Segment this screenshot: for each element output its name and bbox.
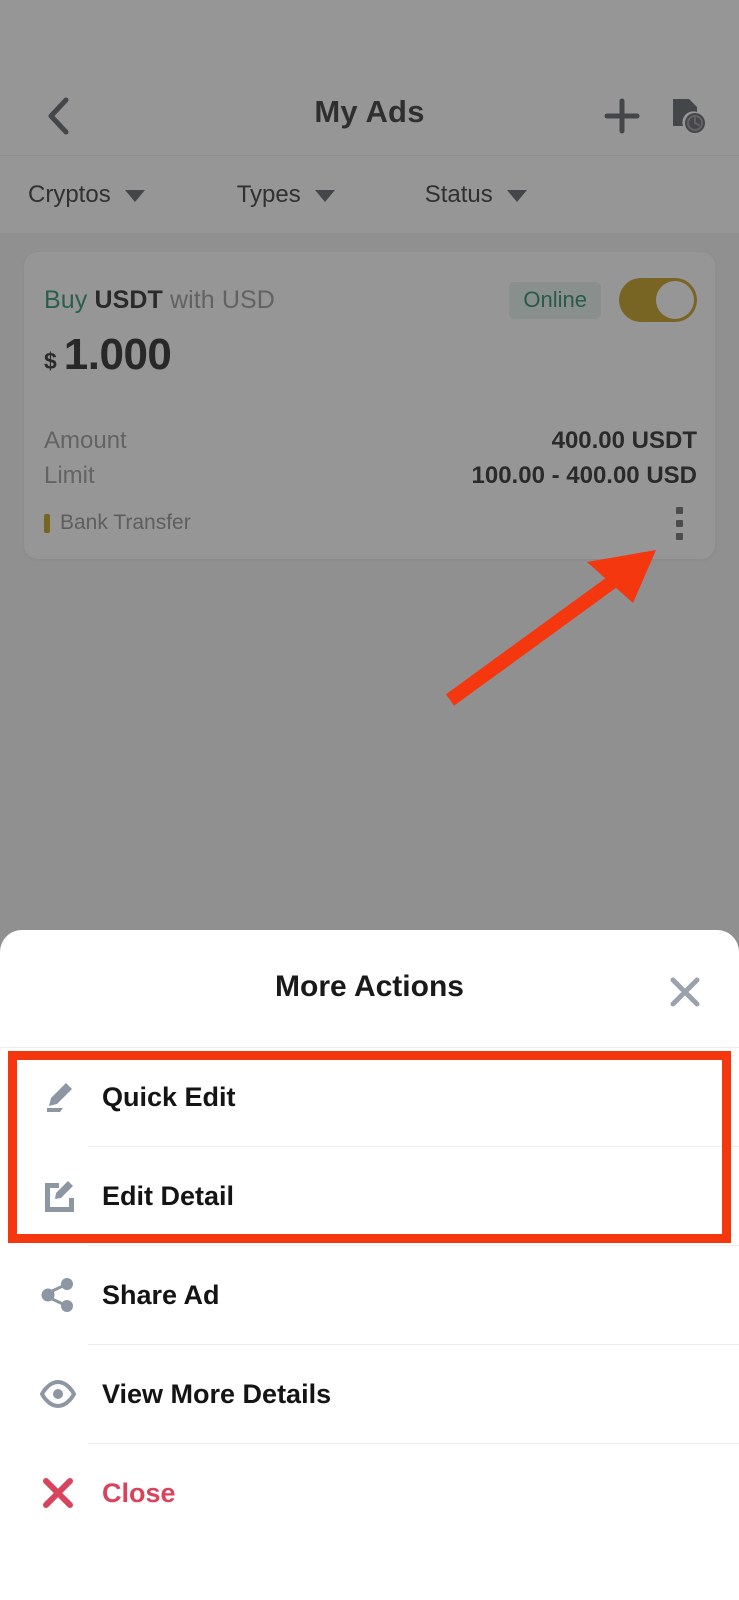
- more-actions-sheet: More Actions Quick Edit Edit Detail Shar…: [0, 930, 739, 1600]
- pencil-icon: [36, 1080, 80, 1114]
- menu-item-label: View More Details: [102, 1378, 332, 1409]
- sheet-close-button[interactable]: [661, 968, 709, 1016]
- sheet-header: More Actions: [0, 930, 739, 1048]
- menu-item-label: Close: [102, 1477, 176, 1508]
- menu-item-quick-edit[interactable]: Quick Edit: [0, 1048, 739, 1146]
- menu-item-label: Quick Edit: [102, 1081, 236, 1112]
- menu-item-close[interactable]: Close: [0, 1444, 739, 1542]
- edit-square-icon: [36, 1179, 80, 1213]
- x-icon: [36, 1477, 80, 1509]
- sheet-title: More Actions: [275, 970, 464, 1003]
- share-icon: [36, 1278, 80, 1312]
- screen-root: My Ads: [0, 0, 739, 1600]
- menu-item-share-ad[interactable]: Share Ad: [0, 1246, 739, 1344]
- close-icon: [670, 977, 700, 1007]
- menu-item-label: Share Ad: [102, 1279, 220, 1310]
- menu-item-view-more-details[interactable]: View More Details: [0, 1345, 739, 1443]
- eye-icon: [36, 1379, 80, 1409]
- sheet-menu: Quick Edit Edit Detail Share Ad View Mor…: [0, 1048, 739, 1542]
- menu-item-label: Edit Detail: [102, 1180, 235, 1211]
- menu-item-edit-detail[interactable]: Edit Detail: [0, 1147, 739, 1245]
